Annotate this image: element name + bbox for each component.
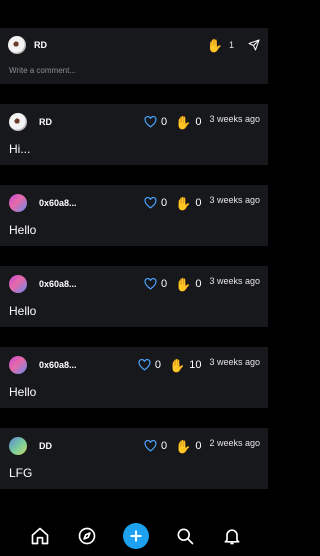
bottom-nav [0,516,272,556]
post-body: Hello [9,223,37,237]
send-icon[interactable] [248,39,260,51]
avatar[interactable] [9,113,27,131]
heart-icon[interactable] [144,116,157,128]
clap-icon[interactable]: ✋ [175,440,191,453]
compass-icon [78,527,96,545]
like-count: 0 [161,440,168,452]
avatar[interactable] [8,36,26,54]
heart-icon[interactable] [144,278,157,290]
nav-create[interactable] [122,523,149,549]
avatar[interactable] [9,275,27,293]
heart-icon[interactable] [144,440,157,452]
avatar[interactable] [9,194,27,212]
wave-icon[interactable]: ✋ [207,39,223,52]
wave-count: 1 [228,40,234,50]
clap-count: 0 [195,278,202,290]
clap-count: 0 [195,197,202,209]
clap-count: 0 [195,116,202,128]
composer-author[interactable]: RD [34,40,47,50]
post-body: Hello [9,385,37,399]
post-card[interactable]: 0x60a8... 0 ✋ 0 3 weeks ago Hello [0,266,268,327]
nav-explore[interactable] [76,525,98,547]
post-author[interactable]: DD [39,441,52,451]
post-time: 3 weeks ago [209,276,260,286]
post-author[interactable]: RD [39,117,52,127]
avatar[interactable] [9,437,27,455]
clap-count: 0 [195,440,202,452]
post-header: 0x60a8... 0 ✋ 10 3 weeks ago [9,355,260,375]
clap-icon[interactable]: ✋ [175,278,191,291]
post-card[interactable]: RD 0 ✋ 0 3 weeks ago Hi... [0,104,268,165]
comment-input[interactable]: Write a comment... [9,66,76,75]
like-count: 0 [161,278,168,290]
post-card[interactable]: DD 0 ✋ 0 2 weeks ago LFG [0,428,268,489]
composer-header: RD ✋ 1 [8,36,260,54]
nav-home[interactable] [29,525,51,547]
plus-icon [130,530,142,542]
bell-icon [224,529,240,545]
post-header: 0x60a8... 0 ✋ 0 3 weeks ago [9,274,260,294]
search-icon [177,528,194,545]
reactions: 0 ✋ 0 [144,440,201,453]
reactions: 0 ✋ 0 [144,278,201,291]
post-author[interactable]: 0x60a8... [39,279,77,289]
post-card[interactable]: 0x60a8... 0 ✋ 10 3 weeks ago Hello [0,347,268,408]
post-time: 3 weeks ago [209,357,260,367]
avatar[interactable] [9,356,27,374]
comment-composer: RD ✋ 1 Write a comment... [0,28,268,84]
post-body: Hello [9,304,37,318]
clap-icon[interactable]: ✋ [169,359,185,372]
nav-search[interactable] [174,525,196,547]
post-header: RD 0 ✋ 0 3 weeks ago [9,112,260,132]
post-card[interactable]: 0x60a8... 0 ✋ 0 3 weeks ago Hello [0,185,268,246]
post-time: 3 weeks ago [209,114,260,124]
reactions: 0 ✋ 0 [144,116,201,129]
clap-icon[interactable]: ✋ [175,197,191,210]
like-count: 0 [161,197,168,209]
post-body: LFG [9,466,33,480]
like-count: 0 [154,359,162,371]
home-icon [31,527,48,545]
heart-icon[interactable] [138,359,151,371]
nav-notifications[interactable] [221,525,243,547]
like-count: 0 [161,116,168,128]
post-header: 0x60a8... 0 ✋ 0 3 weeks ago [9,193,260,213]
clap-icon[interactable]: ✋ [175,116,191,129]
post-time: 2 weeks ago [209,438,260,448]
reactions: 0 ✋ 0 [144,197,201,210]
post-author[interactable]: 0x60a8... [39,360,77,370]
post-body: Hi... [9,142,31,156]
clap-count: 10 [189,359,202,371]
reactions: 0 ✋ 10 [138,359,202,372]
post-time: 3 weeks ago [209,195,260,205]
post-author[interactable]: 0x60a8... [39,198,77,208]
heart-icon[interactable] [144,197,157,209]
post-header: DD 0 ✋ 0 2 weeks ago [9,436,260,456]
